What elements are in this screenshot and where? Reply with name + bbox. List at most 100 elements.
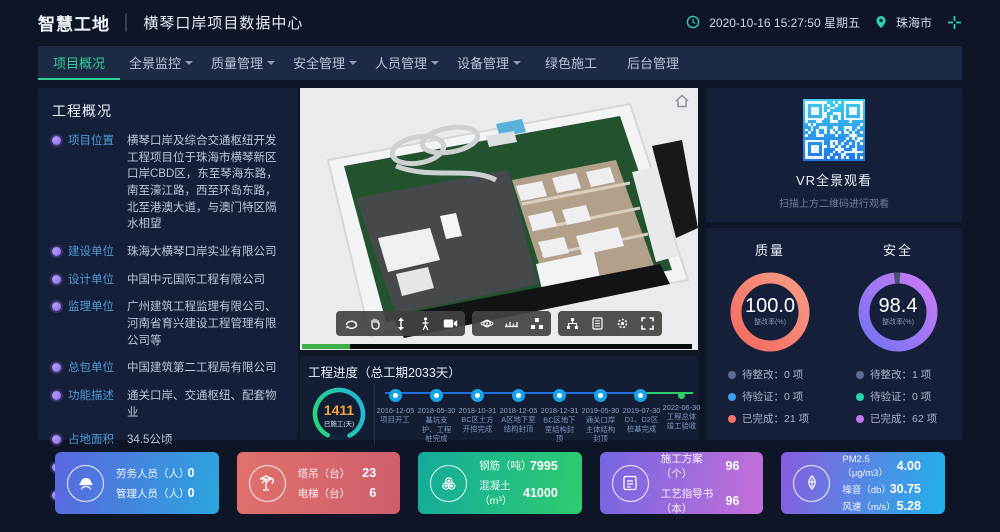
map-toolbar [300, 311, 698, 336]
page-title: 横琴口岸项目数据中心 [143, 12, 303, 33]
tab-project-overview[interactable]: 项目概况 [38, 46, 120, 80]
vr-subtitle: 扫描上方二维码进行观看 [779, 195, 889, 210]
home-view-icon[interactable] [674, 94, 690, 113]
list-item: 总包单位中国建筑第二工程局有限公司 [52, 360, 284, 377]
days-gauge: 1411 已施工(天) [308, 383, 370, 445]
svg-text:已施工(天): 已施工(天) [324, 419, 354, 428]
nav-bar: 项目概况 全景监控 质量管理 安全管理 人员管理 设备管理 绿色施工 后台管理 [38, 46, 962, 80]
bullet-icon [52, 363, 61, 372]
list-item: 监理单位广州建筑工程监理有限公司、河南省育兴建设工程管理有限公司等 [52, 299, 284, 349]
bullet-icon [52, 435, 61, 444]
bullet-icon [52, 136, 61, 145]
header-divider: │ [122, 14, 131, 31]
milestone-dot-icon [471, 389, 484, 402]
legend-dot-icon [728, 415, 736, 423]
location-pin-icon [875, 15, 887, 29]
legend-dot-icon [856, 415, 864, 423]
labor-stat-card: 劳务人员（人）0 管理人员（人）0 [55, 452, 219, 514]
vr-panorama-panel: VR全景观看 扫描上方二维码进行观看 [706, 88, 962, 222]
leaf-icon [793, 465, 830, 502]
legend-dot-icon [856, 371, 864, 379]
legend-item: 已完成：21 项 [728, 411, 809, 426]
milestone: 2018-12-05A区地下室结构封顶 [498, 385, 539, 445]
settings-gear-icon[interactable] [610, 313, 635, 334]
milestone: 2022-06-30工程总体竣工验收 [661, 385, 702, 445]
rotate-icon[interactable] [338, 313, 363, 334]
quality-section: 质量 100.0 整改率(%) 待整改：0 项 待验证：0 项 已完成：21 项 [706, 228, 834, 440]
bullet-icon [52, 302, 61, 311]
stat-cards-row: 劳务人员（人）0 管理人员（人）0 塔吊（台）23 电梯（台）6 钢筋（吨）79… [55, 452, 945, 514]
construction-progress-panel: 工程进度（总工期2033天） 1411 已施工(天) 2016-12-05项目开… [300, 356, 698, 440]
legend-item: 已完成：62 项 [856, 411, 937, 426]
chevron-down-icon [513, 61, 521, 65]
tab-quality-management[interactable]: 质量管理 [202, 46, 284, 80]
chevron-down-icon [267, 61, 275, 65]
tab-panorama-monitor[interactable]: 全景监控 [120, 46, 202, 80]
milestone-dot-icon [678, 392, 685, 399]
list-item: 占地面积34.5公顷 [52, 432, 284, 449]
tab-safety-management[interactable]: 安全管理 [284, 46, 366, 80]
qr-code [803, 99, 865, 161]
properties-panel-icon[interactable] [585, 313, 610, 334]
list-item: 设计单位中国中元国际工程有限公司 [52, 272, 284, 289]
walk-mode-icon[interactable] [413, 313, 438, 334]
model-load-progressbar [302, 344, 692, 349]
pan-hand-icon[interactable] [363, 313, 388, 334]
environment-stat-card: PM2.5（μg/m3）4.00 噪音（db）30.75 风速（m/s）5.28 [781, 452, 945, 514]
milestone: 2016-12-05项目开工 [375, 385, 416, 445]
milestone: 2018-12-31BC区地下室结构封顶 [539, 385, 580, 445]
materials-stat-card: 钢筋（吨）7995 混凝土（m³）41000 [418, 452, 582, 514]
document-icon [612, 465, 649, 502]
steel-coils-icon [430, 465, 467, 502]
measure-icon[interactable] [499, 313, 524, 334]
structure-tree-icon[interactable] [560, 313, 585, 334]
zoom-vertical-icon[interactable] [388, 313, 413, 334]
quality-donut-chart: 100.0 整改率(%) [725, 267, 815, 357]
progress-title: 工程进度（总工期2033天） [308, 362, 690, 381]
milestone-dot-icon [553, 389, 566, 402]
milestone-dot-icon [389, 389, 402, 402]
milestone-dot-icon [594, 389, 607, 402]
milestone-timeline: 2016-12-05项目开工 2018-05-30基坑支护、工程桩完成 2018… [374, 383, 702, 445]
bullet-icon [52, 275, 61, 284]
milestone-dot-icon [430, 389, 443, 402]
tab-green-construction[interactable]: 绿色施工 [530, 46, 612, 80]
safety-section: 安全 98.4 整改率(%) 待整改：1 项 待验证：0 项 已完成：62 项 [834, 228, 962, 440]
milestone-dot-icon [512, 389, 525, 402]
tab-personnel-management[interactable]: 人员管理 [366, 46, 448, 80]
milestone-dot-icon [634, 389, 647, 402]
list-item: 功能描述通关口岸、交通枢纽、配套物业 [52, 388, 284, 421]
explode-model-icon[interactable] [524, 313, 549, 334]
dashboard: 智慧工地 │ 横琴口岸项目数据中心 2020-10-16 15:27:50 星期… [0, 0, 1000, 532]
legend-item: 待验证：0 项 [856, 389, 937, 404]
milestone: 2018-10-31BC区土方开挖完成 [457, 385, 498, 445]
fullscreen-icon[interactable] [635, 313, 660, 334]
header: 智慧工地 │ 横琴口岸项目数据中心 2020-10-16 15:27:50 星期… [0, 0, 1000, 44]
clock-icon [686, 15, 700, 29]
bim-3d-map-viewport[interactable] [300, 88, 698, 350]
tab-equipment-management[interactable]: 设备管理 [448, 46, 530, 80]
camera-icon[interactable] [438, 313, 463, 334]
orbit-view-icon[interactable] [474, 313, 499, 334]
worker-helmet-icon [67, 465, 104, 502]
milestone: 2019-07-30D1、D2区桩基完成 [621, 385, 662, 445]
weather-icon [947, 15, 962, 30]
app-logo-text: 智慧工地 [38, 10, 110, 35]
legend-dot-icon [728, 393, 736, 401]
legend-item: 待整改：1 项 [856, 367, 937, 382]
list-item: 项目位置横琴口岸及综合交通枢纽开发工程项目位于珠海市横琴新区口岸CBD区，东至琴… [52, 133, 284, 233]
legend-dot-icon [728, 371, 736, 379]
milestone: 2019-05-30通关口岸主体结构封顶 [580, 385, 621, 445]
legend-dot-icon [856, 393, 864, 401]
tower-crane-icon [249, 465, 286, 502]
legend-item: 待整改：0 项 [728, 367, 809, 382]
vr-title: VR全景观看 [796, 170, 872, 189]
safety-donut-chart: 98.4 整改率(%) [853, 267, 943, 357]
documents-stat-card: 施工方案（个）96 工艺指导书（本）96 [600, 452, 764, 514]
tab-admin[interactable]: 后台管理 [612, 46, 694, 80]
equipment-stat-card: 塔吊（台）23 电梯（台）6 [237, 452, 401, 514]
chevron-down-icon [431, 61, 439, 65]
list-item: 建设单位珠海大横琴口岸实业有限公司 [52, 244, 284, 261]
milestone: 2018-05-30基坑支护、工程桩完成 [416, 385, 457, 445]
city-label: 珠海市 [896, 14, 932, 31]
